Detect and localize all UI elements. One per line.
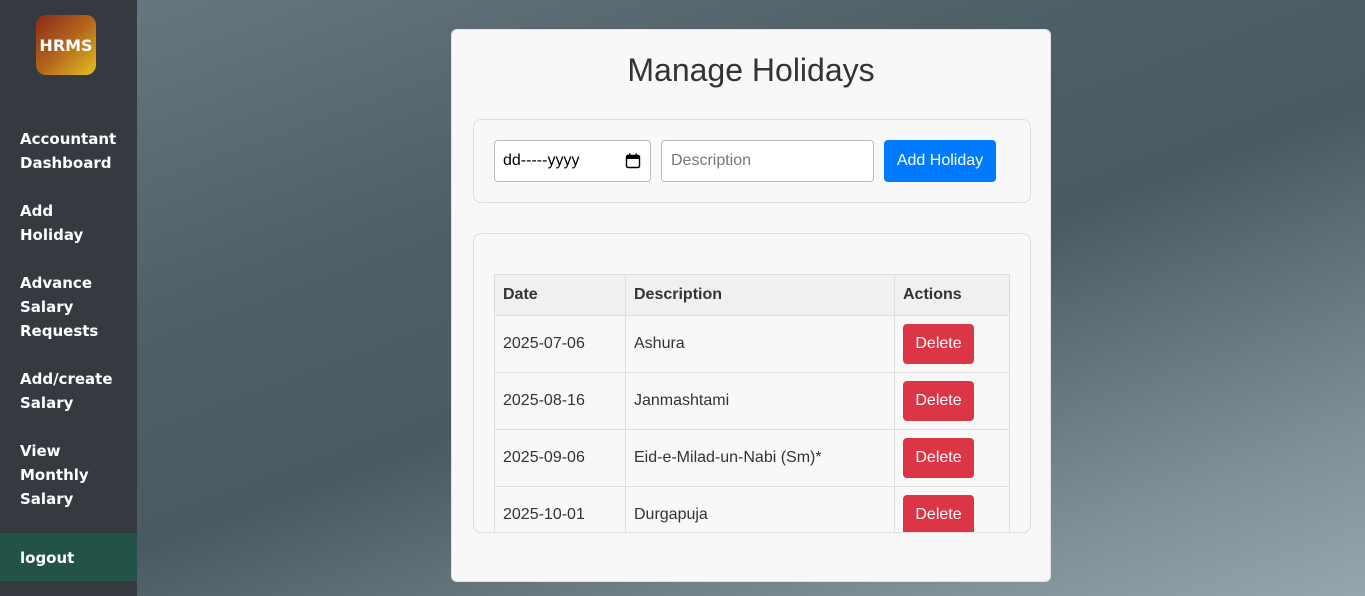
actions-cell: Delete [894, 315, 1010, 373]
description-input[interactable] [661, 140, 874, 182]
sidebar: HRMS Accountant Dashboard Add Holiday Ad… [0, 0, 137, 596]
delete-button[interactable]: Delete [903, 381, 974, 421]
date-input[interactable]: dd-----yyyy [494, 140, 651, 182]
sidebar-item-accountant-dashboard[interactable]: Accountant Dashboard [0, 127, 137, 175]
column-header-description: Description [625, 274, 895, 316]
add-holiday-form: dd-----yyyy Add Holiday [473, 119, 1031, 203]
table-row: 2025-09-06 Eid-e-Milad-un-Nabi (Sm)* Del… [494, 429, 1010, 487]
holiday-date: 2025-07-06 [494, 315, 626, 373]
holiday-date: 2025-08-16 [494, 372, 626, 430]
logout-button[interactable]: logout [0, 533, 137, 581]
column-header-actions: Actions [894, 274, 1010, 316]
date-input-placeholder: dd-----yyyy [503, 152, 580, 169]
holiday-date: 2025-10-01 [494, 486, 626, 532]
calendar-icon[interactable] [625, 153, 641, 169]
sidebar-item-view-monthly-salary[interactable]: View Monthly Salary [0, 439, 137, 511]
delete-button[interactable]: Delete [903, 495, 974, 532]
holiday-description: Durgapuja [625, 486, 895, 532]
actions-cell: Delete [894, 372, 1010, 430]
sidebar-item-add-holiday[interactable]: Add Holiday [0, 199, 137, 247]
holiday-description: Eid-e-Milad-un-Nabi (Sm)* [625, 429, 895, 487]
add-holiday-button[interactable]: Add Holiday [884, 140, 996, 182]
holiday-date: 2025-09-06 [494, 429, 626, 487]
actions-cell: Delete [894, 429, 1010, 487]
sidebar-item-advance-salary-requests[interactable]: Advance Salary Requests [0, 271, 137, 343]
column-header-date: Date [494, 274, 626, 316]
holiday-description: Janmashtami [625, 372, 895, 430]
delete-button[interactable]: Delete [903, 324, 974, 364]
table-row: 2025-07-06 Ashura Delete [494, 315, 1010, 373]
holidays-table-panel: Date Description Actions 2025-07-06 Ashu… [473, 233, 1031, 533]
delete-button[interactable]: Delete [903, 438, 974, 478]
holidays-table: Date Description Actions 2025-07-06 Ashu… [494, 274, 1010, 532]
table-row: 2025-10-01 Durgapuja Delete [494, 486, 1010, 532]
table-row: 2025-08-16 Janmashtami Delete [494, 372, 1010, 430]
holidays-card: Manage Holidays dd-----yyyy Add Holiday … [451, 29, 1051, 582]
hrms-logo[interactable]: HRMS [36, 15, 96, 75]
page-title: Manage Holidays [627, 52, 875, 88]
holiday-description: Ashura [625, 315, 895, 373]
sidebar-item-add-create-salary[interactable]: Add/create Salary [0, 367, 137, 415]
sidebar-nav: Accountant Dashboard Add Holiday Advance… [0, 127, 137, 535]
table-header-row: Date Description Actions [494, 274, 1010, 316]
actions-cell: Delete [894, 486, 1010, 532]
